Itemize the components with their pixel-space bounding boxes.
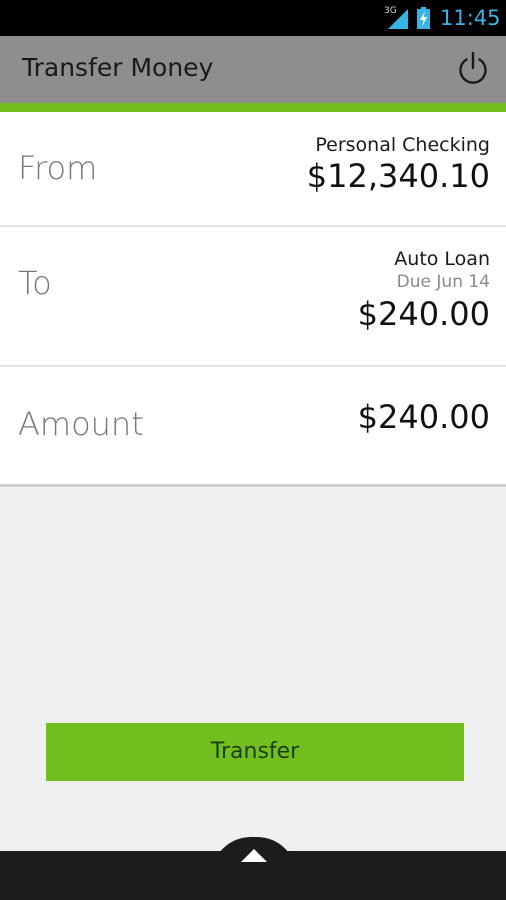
page-title: Transfer Money <box>22 53 214 82</box>
to-account-amount: $240.00 <box>357 295 490 333</box>
from-label: From <box>18 149 98 187</box>
amount-details: $240.00 <box>358 397 490 437</box>
from-account-details: Personal Checking $12,340.10 <box>307 134 490 196</box>
chevron-up-icon <box>241 849 267 862</box>
transfer-button[interactable]: Transfer <box>46 723 464 781</box>
action-bar: Transfer Money <box>0 36 506 103</box>
signal-icon: 3G <box>384 6 410 30</box>
transfer-form: From Personal Checking $12,340.10 To Aut… <box>0 112 506 487</box>
status-bar: 3G 11:45 <box>0 0 506 36</box>
power-icon[interactable] <box>454 50 492 88</box>
battery-charging-icon <box>417 7 430 29</box>
accent-divider <box>0 103 506 112</box>
amount-row[interactable]: Amount $240.00 <box>0 367 506 484</box>
to-account-name: Auto Loan <box>394 248 490 270</box>
expand-handle[interactable] <box>211 837 297 877</box>
to-account-details: Auto Loan Due Jun 14 $240.00 <box>358 248 490 334</box>
from-account-balance: $12,340.10 <box>306 157 490 195</box>
from-account-name: Personal Checking <box>315 134 490 156</box>
transfer-money-screen: 3G 11:45 Transfer Money From Personal Ch… <box>0 0 506 900</box>
to-account-row[interactable]: To Auto Loan Due Jun 14 $240.00 <box>0 227 506 367</box>
amount-label: Amount <box>18 405 144 443</box>
amount-value: $240.00 <box>357 398 490 436</box>
to-label: To <box>18 264 52 302</box>
to-account-due-date: Due Jun 14 <box>396 272 490 292</box>
status-time: 11:45 <box>440 6 501 30</box>
from-account-row[interactable]: From Personal Checking $12,340.10 <box>0 112 506 227</box>
